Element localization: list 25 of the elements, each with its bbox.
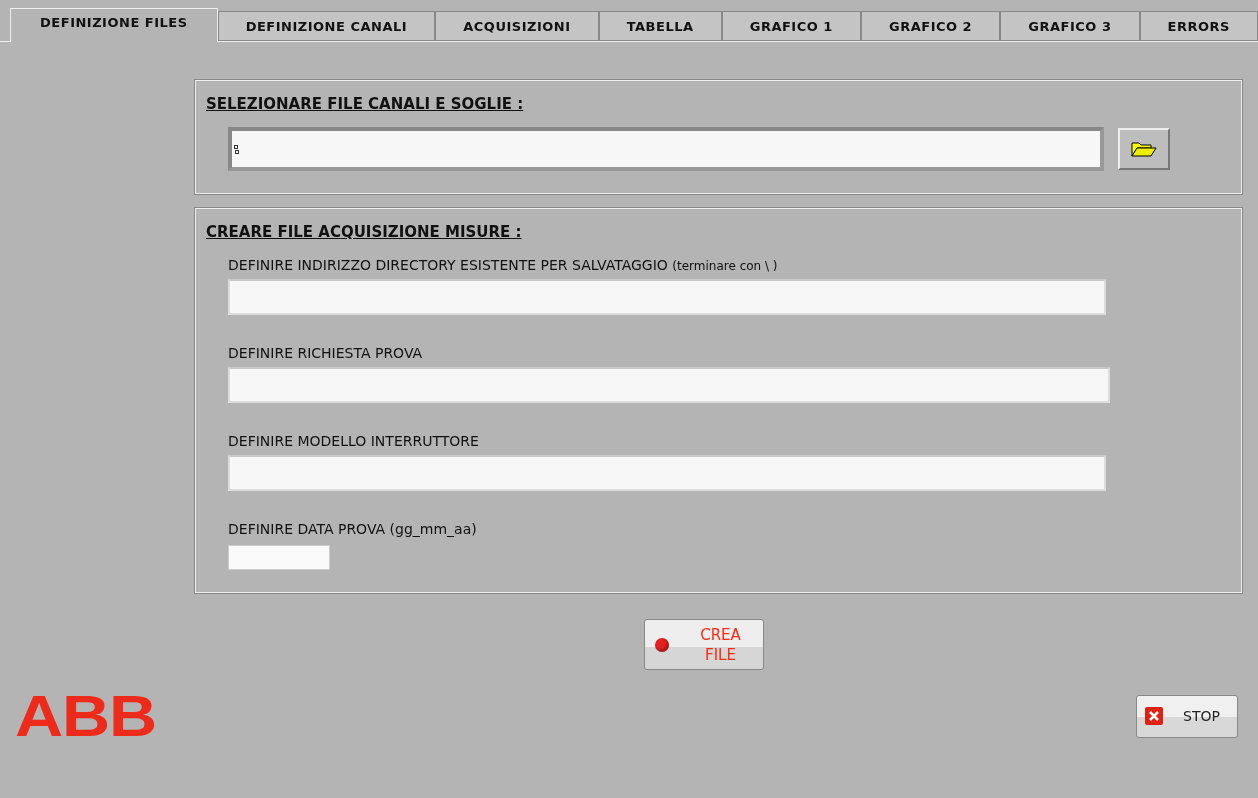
tab[interactable]: ERRORS — [1139, 11, 1258, 41]
tab[interactable]: TABELLA — [598, 11, 722, 41]
tab[interactable]: DEFINIZIONE FILES — [10, 8, 218, 42]
tab[interactable]: ACQUISIZIONI — [435, 11, 599, 41]
stop-button[interactable]: STOP — [1136, 694, 1238, 738]
input-field[interactable] — [228, 279, 1106, 315]
field-label: DEFINIRE RICHIESTA PROVA — [228, 345, 424, 361]
section-title: SELEZIONARE FILE CANALI E SOGLIE : — [206, 95, 525, 113]
tab[interactable]: GRAFICO 3 — [1000, 11, 1140, 41]
field-label: DEFINIRE DATA PROVA (gg_mm_aa) — [228, 521, 478, 537]
logo: ABB — [15, 694, 157, 738]
input-field[interactable] — [228, 545, 330, 570]
input-field[interactable] — [228, 455, 1106, 491]
path-field[interactable] — [228, 127, 1104, 171]
path-icon — [234, 144, 239, 154]
section-title: CREARE FILE ACQUISIZIONE MISURE : — [206, 223, 523, 241]
tab[interactable]: GRAFICO 1 — [721, 11, 861, 41]
tab[interactable]: GRAFICO 2 — [860, 11, 1001, 41]
field-label: DEFINIRE INDIRIZZO DIRECTORY ESISTENTE PER SALVATAGGIO (terminare con \ ) — [228, 257, 779, 273]
close-icon — [1145, 707, 1163, 725]
folder-icon — [1131, 141, 1157, 157]
browse-button[interactable] — [1118, 128, 1170, 170]
field-label: DEFINIRE MODELLO INTERRUTTORE — [228, 433, 480, 449]
tab[interactable]: DEFINIZIONE CANALI — [217, 11, 436, 41]
input-field[interactable] — [228, 367, 1110, 403]
